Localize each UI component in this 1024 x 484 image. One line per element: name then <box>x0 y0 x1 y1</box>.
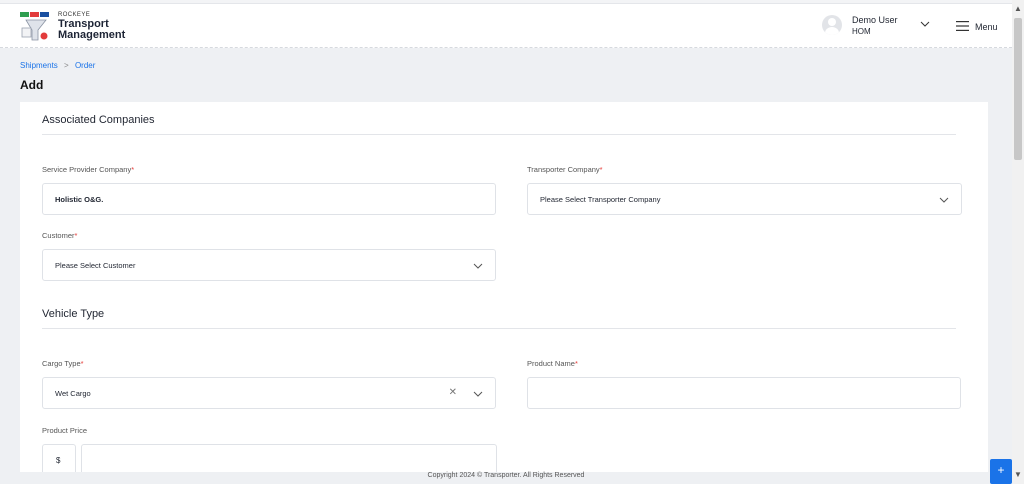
breadcrumb: Shipments > Order <box>20 61 95 70</box>
chevron-down-icon[interactable] <box>920 20 930 28</box>
service-provider-field[interactable]: Holistic O&G. <box>42 183 496 215</box>
footer: Copyright 2024 © Transporter. All Rights… <box>427 472 585 479</box>
brand[interactable]: ROCKEYE Transport Management <box>58 12 125 41</box>
scrollbar[interactable]: ▲ ▼ <box>1012 0 1024 484</box>
customer-placeholder: Please Select Customer <box>55 261 136 270</box>
cargo-type-label: Cargo Type* <box>42 359 84 368</box>
clear-icon[interactable]: ✕ <box>449 387 457 398</box>
cargo-type-value: Wet Cargo <box>55 389 91 398</box>
user-role: HOM <box>852 27 871 36</box>
service-provider-label: Service Provider Company* <box>42 165 135 174</box>
top-bar: ROCKEYE Transport Management Demo User H… <box>0 0 1012 48</box>
avatar[interactable] <box>822 15 842 35</box>
section-divider <box>42 134 956 135</box>
chevron-down-icon[interactable] <box>939 196 949 204</box>
service-provider-value: Holistic O&G. <box>55 195 104 204</box>
page-title: Add <box>20 78 44 92</box>
user-name[interactable]: Demo User <box>852 15 898 26</box>
brand-line2: Management <box>58 29 126 41</box>
customer-label: Customer* <box>42 231 78 240</box>
add-fab-button[interactable]: + <box>990 459 1012 484</box>
breadcrumb-separator-icon: > <box>64 61 69 70</box>
product-price-input[interactable] <box>81 444 497 472</box>
chevron-down-icon[interactable] <box>473 390 483 398</box>
form-card: Associated Companies Service Provider Co… <box>20 102 988 472</box>
transporter-placeholder: Please Select Transporter Company <box>540 195 661 204</box>
chevron-down-icon[interactable] <box>473 262 483 270</box>
scroll-thumb[interactable] <box>1014 18 1022 160</box>
transporter-select[interactable]: Please Select Transporter Company <box>527 183 962 215</box>
scroll-up-icon[interactable]: ▲ <box>1014 4 1022 13</box>
breadcrumb-shipments[interactable]: Shipments <box>20 61 58 70</box>
product-name-input[interactable] <box>527 377 961 409</box>
section-title-vehicle: Vehicle Type <box>42 308 105 320</box>
top-strip <box>0 0 1012 4</box>
hamburger-icon[interactable] <box>956 21 969 31</box>
customer-select[interactable]: Please Select Customer <box>42 249 496 281</box>
cargo-type-select[interactable]: Wet Cargo ✕ <box>42 377 496 409</box>
breadcrumb-order[interactable]: Order <box>75 61 95 70</box>
section-divider <box>42 328 956 329</box>
menu-button[interactable]: Menu <box>975 22 998 32</box>
section-title-associated: Associated Companies <box>42 114 155 126</box>
product-name-label: Product Name* <box>527 359 578 368</box>
currency-prefix: $ <box>42 444 76 472</box>
transporter-label: Transporter Company* <box>527 165 603 174</box>
product-price-label: Product Price <box>42 426 88 435</box>
logo-icon[interactable] <box>20 12 52 42</box>
scroll-down-icon[interactable]: ▼ <box>1014 470 1022 479</box>
